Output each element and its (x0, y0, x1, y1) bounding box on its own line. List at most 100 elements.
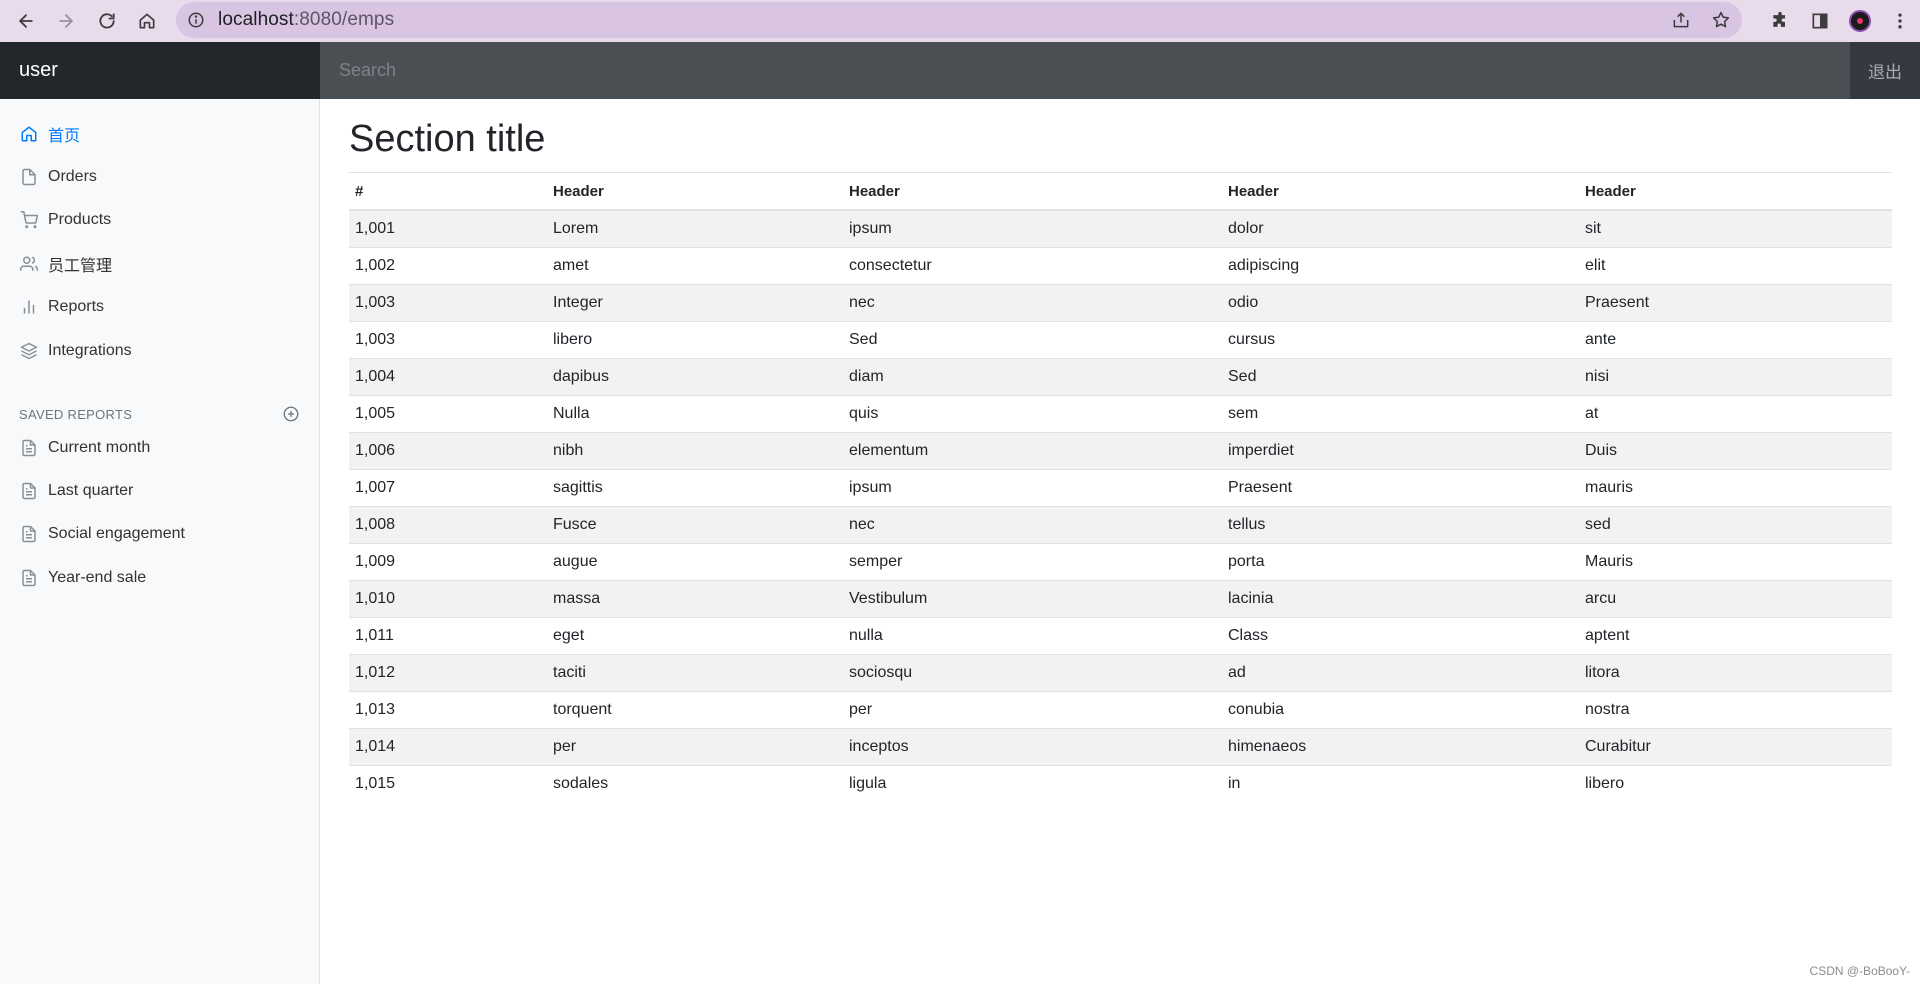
table-cell-id: 1,002 (349, 246, 547, 284)
table-cell: amet (547, 246, 843, 284)
table-cell-id: 1,003 (349, 283, 547, 321)
table-cell: nec (843, 505, 1222, 543)
watermark: CSDN @-BoBooY- (1809, 964, 1910, 978)
table-cell: Integer (547, 283, 843, 321)
bookmark-star-icon[interactable] (1708, 7, 1734, 33)
table-cell: diam (843, 357, 1222, 395)
extensions-icon[interactable] (1760, 0, 1800, 42)
sidebar-item-label: Current month (48, 439, 151, 456)
sidebar-item-integrations[interactable]: Integrations (0, 331, 320, 371)
table-cell: conubia (1222, 690, 1579, 728)
table-cell: Fusce (547, 505, 843, 543)
address-bar[interactable]: localhost:8080/emps (176, 2, 1742, 38)
search-input[interactable] (339, 60, 1850, 81)
table-row: 1,002 amet consectetur adipiscing elit (349, 246, 1892, 284)
table-cell: sodales (547, 764, 843, 802)
table-cell: Praesent (1579, 283, 1892, 321)
table-row: 1,003 Integer nec odio Praesent (349, 283, 1892, 321)
sidebar-item-reports[interactable]: Reports (0, 287, 320, 327)
side-panel-icon[interactable] (1800, 0, 1840, 42)
reload-icon (99, 13, 115, 29)
table-cell: Sed (843, 320, 1222, 358)
sidebar-item-social-engagement[interactable]: Social engagement (0, 514, 320, 554)
sidebar-item-last-quarter[interactable]: Last quarter (0, 471, 320, 511)
sidebar-item-home[interactable]: 首页 (0, 114, 320, 154)
sidebar-item-employees[interactable]: 员工管理 (0, 244, 320, 284)
profile-avatar[interactable] (1840, 0, 1880, 42)
table-cell: ligula (843, 764, 1222, 802)
sidebar-item-label: Integrations (48, 342, 132, 359)
sidebar-item-label: Products (48, 211, 112, 228)
share-icon[interactable] (1668, 7, 1694, 33)
table-row: 1,012 taciti sociosqu ad litora (349, 653, 1892, 691)
table-cell-id: 1,006 (349, 431, 547, 469)
table-cell: ipsum (843, 468, 1222, 506)
table-row: 1,007 sagittis ipsum Praesent mauris (349, 468, 1892, 506)
sidebar-item-current-month[interactable]: Current month (0, 428, 320, 468)
signout-link[interactable]: 退出 (1850, 42, 1920, 99)
table-cell: inceptos (843, 727, 1222, 765)
back-button[interactable] (6, 0, 46, 42)
sidebar-item-products[interactable]: Products (0, 200, 320, 240)
url-host: localhost (218, 9, 294, 30)
file-text-icon (19, 438, 39, 458)
table-cell: mauris (1579, 468, 1892, 506)
table-cell: imperdiet (1222, 431, 1579, 469)
bar-chart-icon (19, 297, 39, 317)
table-cell: nec (843, 283, 1222, 321)
url-path: :8080/emps (293, 9, 395, 30)
table-row: 1,013 torquent per conubia nostra (349, 690, 1892, 728)
site-info-icon[interactable] (186, 10, 206, 30)
table-cell: sem (1222, 394, 1579, 432)
table-cell: Nulla (547, 394, 843, 432)
table-cell: Sed (1222, 357, 1579, 395)
home-button[interactable] (127, 0, 167, 42)
sidebar-item-label: Year-end sale (48, 569, 147, 586)
table-cell: elementum (843, 431, 1222, 469)
table-cell-id: 1,001 (349, 209, 547, 247)
sidebar-item-year-end-sale[interactable]: Year-end sale (0, 558, 320, 598)
menu-kebab-icon[interactable] (1880, 0, 1920, 42)
table-cell: augue (547, 542, 843, 580)
table-cell: taciti (547, 653, 843, 691)
table-cell: sed (1579, 505, 1892, 543)
sidebar-item-label: Reports (48, 298, 105, 315)
table-cell-id: 1,015 (349, 764, 547, 802)
file-text-icon (19, 568, 39, 588)
table-cell: consectetur (843, 246, 1222, 284)
table-cell: at (1579, 394, 1892, 432)
table-cell-id: 1,004 (349, 357, 547, 395)
table-cell: litora (1579, 653, 1892, 691)
table-cell: Duis (1579, 431, 1892, 469)
forward-button[interactable] (46, 0, 86, 42)
table-cell: dapibus (547, 357, 843, 395)
avatar (1849, 10, 1871, 32)
table-cell: Class (1222, 616, 1579, 654)
sidebar-item-orders[interactable]: Orders (0, 157, 320, 197)
table-cell: libero (1579, 764, 1892, 802)
table-cell-id: 1,011 (349, 616, 547, 654)
table-cell: porta (1222, 542, 1579, 580)
table-cell: ad (1222, 653, 1579, 691)
table-cell: sit (1579, 209, 1892, 247)
table-cell: nisi (1579, 357, 1892, 395)
table-row: 1,008 Fusce nec tellus sed (349, 505, 1892, 543)
table-cell: Praesent (1222, 468, 1579, 506)
table-cell: nostra (1579, 690, 1892, 728)
table-cell: nibh (547, 431, 843, 469)
url-text: localhost:8080/emps (218, 9, 394, 31)
table-cell: torquent (547, 690, 843, 728)
plus-circle-icon[interactable] (281, 404, 301, 424)
main-content: Section title # Header Header Header Hea… (320, 99, 1920, 984)
brand[interactable]: user (0, 42, 320, 99)
table-cell-id: 1,009 (349, 542, 547, 580)
table-cell: Mauris (1579, 542, 1892, 580)
table-row: 1,003 libero Sed cursus ante (349, 320, 1892, 358)
table-cell: dolor (1222, 209, 1579, 247)
table-cell: Lorem (547, 209, 843, 247)
table-cell-id: 1,003 (349, 320, 547, 358)
reload-button[interactable] (87, 0, 127, 42)
saved-reports-heading: SAVED REPORTS (19, 402, 301, 426)
browser-toolbar: localhost:8080/emps (0, 0, 1920, 42)
table-cell: adipiscing (1222, 246, 1579, 284)
